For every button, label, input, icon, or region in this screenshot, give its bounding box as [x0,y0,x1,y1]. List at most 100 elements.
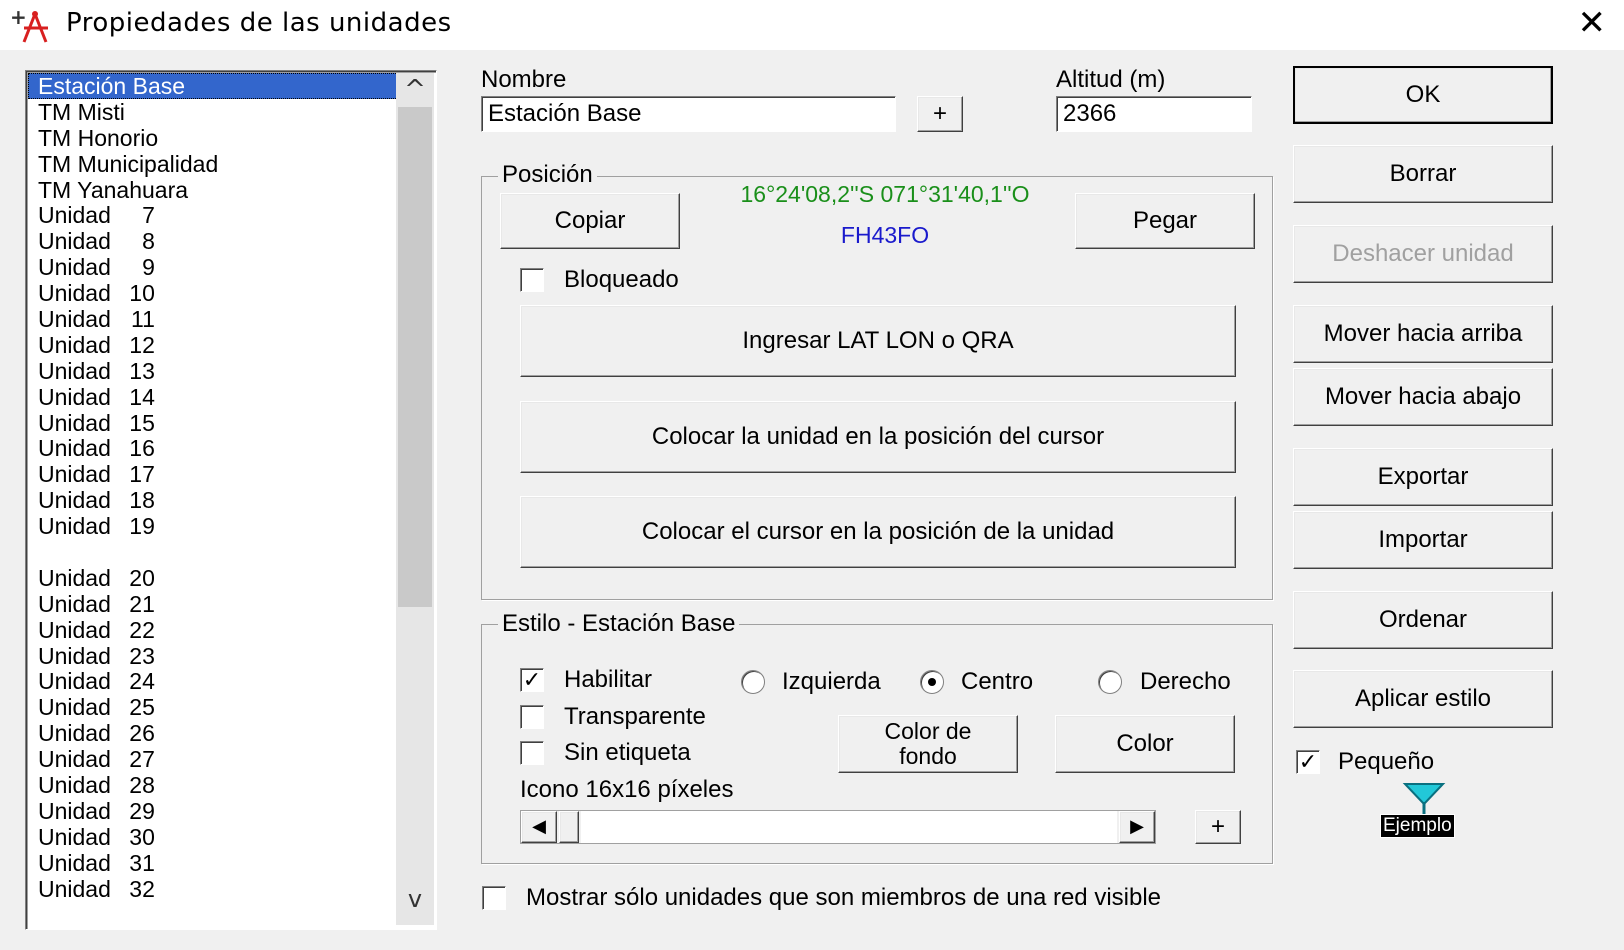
list-item[interactable]: Unidad 26 [28,720,418,746]
list-scrollbar[interactable]: ^ v [396,73,434,925]
altitude-input[interactable] [1056,96,1252,132]
list-item-name: Unidad [38,331,111,358]
list-item[interactable]: Unidad 10 [28,280,418,306]
background-color-button[interactable]: Color de fondo [838,715,1018,773]
list-item-name: Unidad [38,668,111,695]
list-item-name: Unidad [38,849,111,876]
list-item[interactable]: Unidad 7 [28,202,418,228]
list-item-name: Unidad [38,254,111,281]
list-item[interactable]: TM Honorio [28,125,418,151]
transparent-checkbox[interactable] [520,705,544,729]
list-item[interactable]: Unidad 13 [28,358,418,384]
list-item[interactable]: Unidad 32 [28,876,418,902]
scroll-up-icon[interactable]: ^ [396,75,434,105]
apply-style-button[interactable]: Aplicar estilo [1293,670,1553,728]
delete-button[interactable]: Borrar [1293,145,1553,203]
list-item[interactable]: Unidad 29 [28,798,418,824]
list-item-number: 10 [129,280,155,307]
scroll-thumb[interactable] [398,107,432,607]
copy-button[interactable]: Copiar [500,193,680,249]
import-button[interactable]: Importar [1293,511,1553,569]
list-item-number: 20 [129,564,155,591]
list-item[interactable]: Unidad 30 [28,824,418,850]
name-plus-button[interactable]: + [917,96,963,132]
export-button[interactable]: Exportar [1293,448,1553,506]
list-item-number: 16 [129,435,155,462]
list-item[interactable]: TM Municipalidad [28,151,418,177]
slider-right-icon[interactable]: ▶ [1119,811,1155,843]
list-item[interactable]: Unidad 11 [28,306,418,332]
altitude-label: Altitud (m) [1056,66,1166,93]
list-item-number: 22 [129,616,155,643]
name-input[interactable] [481,96,896,132]
list-item[interactable]: Unidad 12 [28,332,418,358]
slider-track [581,811,1117,843]
ok-button[interactable]: OK [1293,66,1553,124]
list-item[interactable]: Unidad 25 [28,694,418,720]
show-members-checkbox[interactable] [482,886,506,910]
align-left-radio[interactable] [741,670,765,694]
list-item[interactable]: Unidad 14 [28,384,418,410]
position-group-title: Posición [498,161,597,189]
slider-thumb[interactable] [559,811,579,843]
list-item-name: Unidad [38,797,111,824]
list-item[interactable]: Unidad 24 [28,668,418,694]
list-item[interactable] [28,539,418,565]
close-icon[interactable]: ✕ [1578,6,1607,40]
list-item[interactable]: Estación Base [28,73,398,99]
list-item[interactable]: Unidad 23 [28,643,418,669]
list-item[interactable]: Unidad 15 [28,410,418,436]
icon-size-label: Icono 16x16 píxeles [520,776,734,803]
list-item[interactable]: Unidad 22 [28,617,418,643]
list-item-number: 14 [129,383,155,410]
units-list-items: Estación Base TM Misti TM Honorio TM Munici… [28,73,418,902]
list-item[interactable]: Unidad 19 [28,513,418,539]
list-item[interactable]: Unidad 16 [28,435,418,461]
no-label-checkbox[interactable] [520,741,544,765]
list-item-name: Unidad [38,487,111,514]
list-item-name: Unidad [38,564,111,591]
list-item[interactable]: Unidad 27 [28,746,418,772]
enable-checkbox[interactable]: ✓ [520,668,544,693]
list-item[interactable]: Unidad 31 [28,850,418,876]
window-title: Propiedades de las unidades [66,8,452,38]
undo-unit-button[interactable]: Deshacer unidad [1293,225,1553,283]
slider-left-icon[interactable]: ◀ [521,811,557,843]
align-left-label: Izquierda [782,668,881,695]
move-up-button[interactable]: Mover hacia arriba [1293,305,1553,363]
svg-text:+: + [10,8,27,29]
check-icon: ✓ [1298,749,1318,775]
icon-size-plus-button[interactable]: + [1195,810,1241,844]
paste-button[interactable]: Pegar [1075,193,1255,249]
list-item[interactable]: Unidad 20 [28,565,418,591]
color-button[interactable]: Color [1055,715,1235,773]
align-right-radio[interactable] [1098,670,1122,694]
align-center-radio[interactable] [920,670,944,694]
scroll-down-icon[interactable]: v [396,885,434,915]
list-item-name: Unidad [38,746,111,773]
list-item-name: Unidad [38,409,111,436]
locked-checkbox[interactable] [520,268,544,292]
sort-button[interactable]: Ordenar [1293,591,1553,649]
move-down-button[interactable]: Mover hacia abajo [1293,368,1553,426]
list-item-number: 8 [142,228,155,255]
list-item[interactable]: TM Yanahuara [28,177,418,203]
place-cursor-at-unit-button[interactable]: Colocar el cursor en la posición de la u… [520,496,1236,568]
list-item[interactable]: TM Misti [28,99,418,125]
units-listbox[interactable]: Estación Base TM Misti TM Honorio TM Munici… [25,70,437,930]
list-item[interactable]: Unidad 18 [28,487,418,513]
list-item[interactable]: Unidad 21 [28,591,418,617]
place-unit-at-cursor-button[interactable]: Colocar la unidad en la posición del cur… [520,401,1236,473]
list-item[interactable]: Unidad 9 [28,254,418,280]
style-group-title: Estilo - Estación Base [498,610,740,638]
small-checkbox[interactable]: ✓ [1296,749,1320,775]
list-item[interactable]: Unidad 28 [28,772,418,798]
icon-size-slider[interactable]: ◀ ▶ [520,810,1156,844]
list-item[interactable]: Unidad 8 [28,228,418,254]
enter-latlon-button[interactable]: Ingresar LAT LON o QRA [520,305,1236,377]
antenna-marker-icon [1402,783,1446,816]
list-item[interactable]: Unidad 17 [28,461,418,487]
list-item-name: Unidad [38,280,111,307]
list-item-number: 21 [129,590,155,617]
list-item-name: TM Yanahuara [38,176,189,203]
